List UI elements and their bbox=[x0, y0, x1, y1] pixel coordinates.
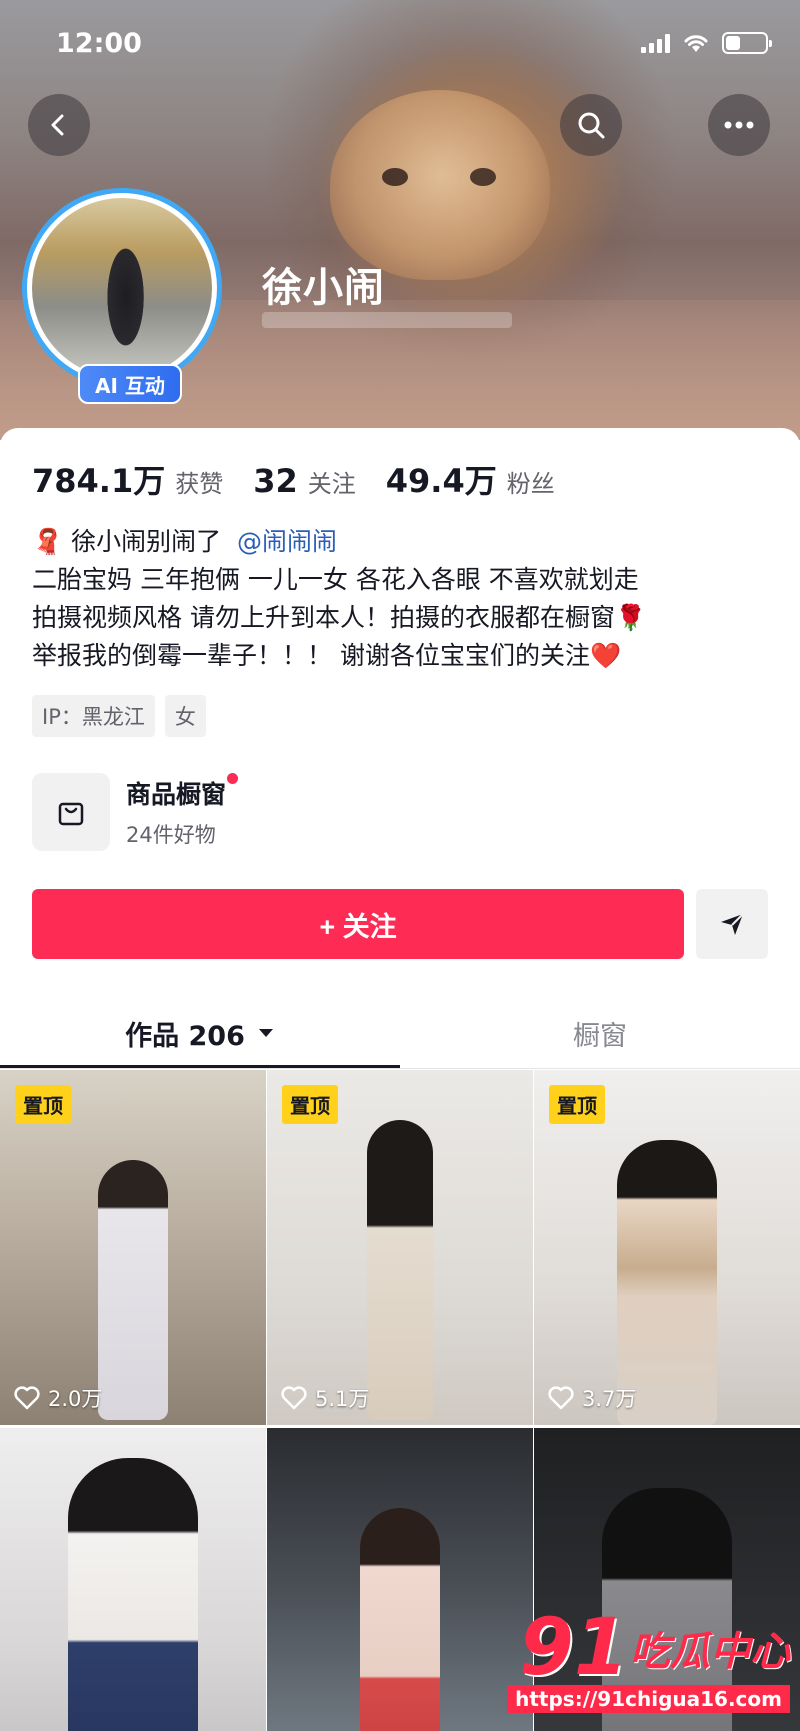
scarf-icon: 🧣 bbox=[32, 527, 64, 556]
notification-dot bbox=[227, 773, 239, 784]
back-button[interactable] bbox=[28, 94, 90, 156]
tab-works[interactable]: 作品 206 bbox=[0, 998, 400, 1068]
bio-line-2: 二胎宝妈 三年抱俩 一儿一女 各花入各眼 不喜欢就划走 bbox=[32, 565, 639, 594]
more-button[interactable] bbox=[708, 94, 770, 156]
pinned-badge: 置顶 bbox=[15, 1085, 71, 1124]
heart-icon: ❤️ bbox=[589, 641, 622, 670]
shop-title: 商品橱窗 bbox=[126, 780, 227, 809]
more-icon bbox=[724, 121, 754, 129]
profile-bio: 🧣 徐小闹别闹了 @闹闹闹 二胎宝妈 三年抱俩 一儿一女 各花入各眼 不喜欢就划… bbox=[32, 523, 772, 675]
likes-label: 获赞 bbox=[175, 470, 224, 498]
following-count[interactable]: 32 bbox=[253, 462, 298, 500]
heart-outline-icon bbox=[14, 1386, 40, 1410]
tab-showcase[interactable]: 橱窗 bbox=[400, 998, 800, 1068]
watermark-logo-number: 91 bbox=[519, 1602, 628, 1693]
watermark-logo-text: 吃瓜中心 bbox=[630, 1629, 790, 1675]
shopping-bag-icon bbox=[32, 773, 110, 851]
video-likes: 2.0万 bbox=[14, 1383, 102, 1413]
profile-stats: 784.1万 获赞 32 关注 49.4万 粉丝 bbox=[32, 456, 585, 502]
share-button[interactable] bbox=[696, 889, 768, 959]
heart-outline-icon bbox=[548, 1386, 574, 1410]
send-icon bbox=[721, 913, 744, 935]
video-tile[interactable]: 置顶 5.1万 bbox=[267, 1070, 533, 1425]
ai-interact-badge[interactable]: AI 互动 bbox=[78, 364, 182, 404]
tab-works-label: 作品 206 bbox=[125, 1020, 245, 1052]
mention-link[interactable]: @闹闹闹 bbox=[237, 527, 337, 556]
video-likes: 3.7万 bbox=[548, 1383, 636, 1413]
bio-line-3: 拍摄视频风格 请勿上升到本人！拍摄的衣服都在橱窗 bbox=[32, 603, 615, 632]
site-watermark: 91 吃瓜中心 https://91chigua16.com bbox=[507, 1602, 790, 1713]
product-showcase-entry[interactable]: 商品橱窗 24件好物 bbox=[32, 773, 239, 851]
video-likes: 5.1万 bbox=[281, 1383, 369, 1413]
following-label: 关注 bbox=[307, 470, 356, 498]
video-likes-count: 2.0万 bbox=[48, 1387, 103, 1411]
profile-username: 徐小闹 bbox=[262, 265, 385, 311]
status-icons bbox=[641, 32, 772, 54]
follow-button[interactable]: + 关注 bbox=[32, 889, 684, 959]
search-icon bbox=[578, 112, 605, 139]
caret-down-icon bbox=[258, 1029, 273, 1037]
gender-tag: 女 bbox=[164, 695, 206, 737]
avatar-image bbox=[32, 198, 212, 378]
avatar[interactable] bbox=[22, 188, 222, 388]
battery-icon bbox=[722, 32, 772, 54]
video-tile[interactable] bbox=[0, 1428, 266, 1731]
pinned-badge: 置顶 bbox=[282, 1085, 338, 1124]
video-tile[interactable] bbox=[267, 1428, 533, 1731]
bio-line-1: 徐小闹别闹了 bbox=[71, 527, 222, 556]
watermark-url: https://91chigua16.com bbox=[507, 1685, 790, 1713]
video-likes-count: 3.7万 bbox=[582, 1387, 637, 1411]
wifi-icon bbox=[684, 35, 708, 52]
followers-count[interactable]: 49.4万 bbox=[386, 456, 497, 502]
pinned-badge: 置顶 bbox=[549, 1085, 605, 1124]
profile-id-blurred bbox=[262, 312, 512, 328]
bio-line-4: 举报我的倒霉一辈子！！！ 谢谢各位宝宝们的关注 bbox=[32, 641, 590, 670]
video-tile[interactable]: 置顶 2.0万 bbox=[0, 1070, 266, 1425]
search-button[interactable] bbox=[560, 94, 622, 156]
chevron-left-icon bbox=[51, 114, 64, 136]
banner-cat-image bbox=[330, 90, 550, 280]
profile-tabs: 作品 206 橱窗 bbox=[0, 998, 800, 1068]
video-likes-count: 5.1万 bbox=[315, 1387, 370, 1411]
profile-tags: IP：黑龙江 女 bbox=[32, 695, 206, 737]
rose-icon: 🌹 bbox=[614, 603, 647, 632]
heart-outline-icon bbox=[281, 1386, 307, 1410]
followers-label: 粉丝 bbox=[506, 470, 555, 498]
video-tile[interactable]: 置顶 3.7万 bbox=[534, 1070, 800, 1425]
profile-card: 784.1万 获赞 32 关注 49.4万 粉丝 🧣 徐小闹别闹了 @闹闹闹 二… bbox=[0, 428, 800, 1731]
likes-count[interactable]: 784.1万 bbox=[32, 456, 165, 502]
tab-divider bbox=[0, 1068, 800, 1069]
shop-subtitle: 24件好物 bbox=[126, 823, 216, 847]
status-time: 12:00 bbox=[56, 28, 142, 59]
ip-location-tag: IP：黑龙江 bbox=[32, 695, 155, 737]
signal-icon bbox=[641, 33, 670, 53]
